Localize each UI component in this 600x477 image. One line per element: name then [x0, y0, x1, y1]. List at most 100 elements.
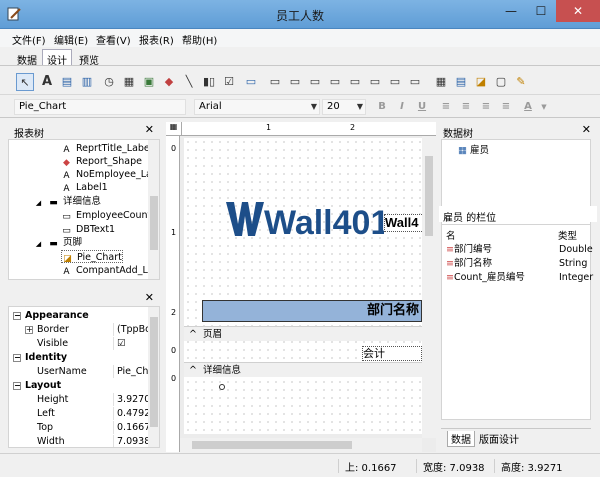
menu-help[interactable]: 帮助(H)	[182, 32, 217, 47]
props-scrollbar[interactable]	[148, 307, 159, 447]
dbtext-tool-icon[interactable]: ▭	[266, 73, 284, 91]
crosstab-tool-icon[interactable]: ▦	[432, 73, 450, 91]
dbrichtext-tool-icon[interactable]: ▭	[306, 73, 324, 91]
prop-row-border[interactable]: + Border (TppBor	[9, 323, 153, 337]
align-right-icon[interactable]: ≡	[478, 99, 494, 115]
prop-category[interactable]: − Layout	[9, 379, 149, 393]
bold-icon[interactable]: B	[374, 99, 390, 115]
chart-tool-icon[interactable]: ◪	[472, 73, 490, 91]
checkbox-tool-icon[interactable]: ☑	[220, 73, 238, 91]
table-tool-icon[interactable]: ▤	[452, 73, 470, 91]
prop-row-username[interactable]: UserNamePie_Char	[9, 365, 153, 379]
tree-item[interactable]: A NoEmployee_Lab	[61, 168, 157, 181]
canvas-hscrollbar[interactable]	[180, 438, 422, 452]
label-tool-icon[interactable]: A	[38, 73, 56, 91]
dbbarcode-tool-icon[interactable]: ▭	[366, 73, 384, 91]
chevron-down-icon[interactable]: ▼	[536, 99, 552, 115]
tree-scroll-thumb[interactable]	[150, 196, 158, 250]
prop-row-height[interactable]: Height 3.92709	[9, 393, 153, 407]
visible-checkbox[interactable]: ☑	[113, 337, 153, 350]
paint-tool-icon[interactable]: ✎	[512, 73, 530, 91]
tab-design[interactable]: 设计	[42, 49, 72, 67]
close-button[interactable]: ✕	[556, 0, 600, 22]
component-select[interactable]: Pie_Chart	[14, 99, 186, 115]
tab-layout-design[interactable]: 版面设计	[479, 431, 519, 446]
company-logo[interactable]: Wall401K	[224, 200, 414, 242]
tree-item[interactable]: ◢ ▬ 详细信息	[33, 195, 101, 208]
dbcalc-tool-icon[interactable]: ▭	[326, 73, 344, 91]
band-page-header[interactable]: ^ 页眉	[184, 326, 422, 341]
tree-item-selected[interactable]: ◪ Pie_Chart	[61, 250, 123, 264]
maximize-button[interactable]: ☐	[526, 0, 556, 22]
tab-data[interactable]: 数据	[12, 49, 42, 67]
font-size-select[interactable]: 20 ▼	[322, 99, 366, 115]
align-left-icon[interactable]: ≡	[438, 99, 454, 115]
prop-row-visible[interactable]: Visible ☑	[9, 337, 149, 351]
tab-fields-data[interactable]: 数据	[447, 431, 475, 447]
status-width: 宽度: 7.0938	[416, 459, 485, 474]
region-tool-icon[interactable]: ▭	[406, 73, 424, 91]
tree-item[interactable]: ◆ Report_Shape	[61, 155, 142, 168]
field-row[interactable]: ≡部门编号 Double	[446, 243, 593, 256]
field-icon: ≡	[446, 258, 454, 269]
tree-item[interactable]: A CompantAdd_La	[61, 264, 153, 277]
prop-category[interactable]: − Identity	[9, 351, 149, 365]
component-select-value: Pie_Chart	[19, 101, 67, 112]
clock-tool-icon[interactable]: ◷	[100, 73, 118, 91]
tree-item[interactable]: ▭ EmployeeCount_	[61, 209, 156, 222]
memo-tool-icon[interactable]: ▤	[58, 73, 76, 91]
minimize-button[interactable]: —	[496, 0, 526, 22]
richtext-tool-icon[interactable]: ▥	[78, 73, 96, 91]
menu-edit[interactable]: 编辑(E)	[54, 32, 88, 47]
data-tree-root[interactable]: ▦ 雇员	[458, 142, 489, 156]
font-color-icon[interactable]: A	[520, 99, 536, 115]
dbimage-tool-icon[interactable]: ▭	[346, 73, 364, 91]
tree-scrollbar[interactable]	[148, 140, 159, 279]
band-detail[interactable]: ^ 详细信息	[184, 362, 422, 377]
field-row[interactable]: ≡部门名称 String	[446, 257, 592, 270]
align-center-icon[interactable]: ≡	[458, 99, 474, 115]
close-icon[interactable]: ✕	[582, 123, 591, 136]
font-select[interactable]: Arial ▼	[194, 99, 320, 115]
canvas-hscroll-thumb[interactable]	[192, 441, 352, 449]
dbcheckbox-tool-icon[interactable]: ▭	[386, 73, 404, 91]
close-icon[interactable]: ✕	[145, 123, 154, 136]
tree-item[interactable]: A Label1	[61, 181, 107, 194]
prop-row-top[interactable]: Top 0.16670	[9, 421, 153, 435]
font-size-value: 20	[327, 101, 340, 112]
col-type-header: 类型	[558, 231, 578, 242]
design-canvas[interactable]: ▦ 1 2 0 1 2 0 0 Wall401K Wall4 部门名称 ^ 页眉…	[166, 122, 436, 452]
prop-row-left[interactable]: Left 0.47920	[9, 407, 153, 421]
tree-item[interactable]: ▭ DBText1	[61, 223, 115, 236]
prop-row-width[interactable]: Width 7.09380	[9, 435, 153, 447]
anchor-handle[interactable]	[219, 384, 225, 390]
accounting-field[interactable]: 会计	[362, 346, 422, 361]
italic-icon[interactable]: I	[394, 99, 410, 115]
shape-tool-icon[interactable]: ◆	[160, 73, 178, 91]
props-scroll-thumb[interactable]	[150, 317, 158, 427]
pointer-icon[interactable]: ↖	[16, 73, 34, 91]
field-row[interactable]: ≡Count_雇员编号 Integer	[446, 271, 593, 284]
tree-item[interactable]: A ReprtTitle_Label	[61, 142, 152, 155]
justify-icon[interactable]: ≡	[498, 99, 514, 115]
canvas-vscroll-thumb[interactable]	[425, 156, 433, 236]
menu-view[interactable]: 查看(V)	[96, 32, 131, 47]
prop-category[interactable]: − Appearance	[9, 309, 149, 323]
tab-preview[interactable]: 预览	[74, 49, 104, 67]
dbmemo-tool-icon[interactable]: ▭	[286, 73, 304, 91]
close-icon[interactable]: ✕	[145, 291, 154, 304]
chart-icon: ◪	[63, 254, 72, 264]
barcode-tool-icon[interactable]: ▮▯	[200, 73, 218, 91]
calc-tool-icon[interactable]: ▦	[120, 73, 138, 91]
canvas-vscrollbar[interactable]	[422, 136, 436, 438]
menu-file[interactable]: 文件(F)	[12, 32, 46, 47]
line-tool-icon[interactable]: ╲	[180, 73, 198, 91]
menu-report[interactable]: 报表(R)	[139, 32, 174, 47]
image-tool-icon[interactable]: ▣	[140, 73, 158, 91]
tree-item[interactable]: ◢ ▬ 页脚	[33, 236, 82, 249]
underline-icon[interactable]: U	[414, 99, 430, 115]
page-tool-icon[interactable]: ▢	[492, 73, 510, 91]
label-preview[interactable]: Wall4	[384, 214, 424, 232]
subreport-tool-icon[interactable]: ▭	[242, 73, 260, 91]
dept-header-bar[interactable]: 部门名称	[202, 300, 422, 322]
